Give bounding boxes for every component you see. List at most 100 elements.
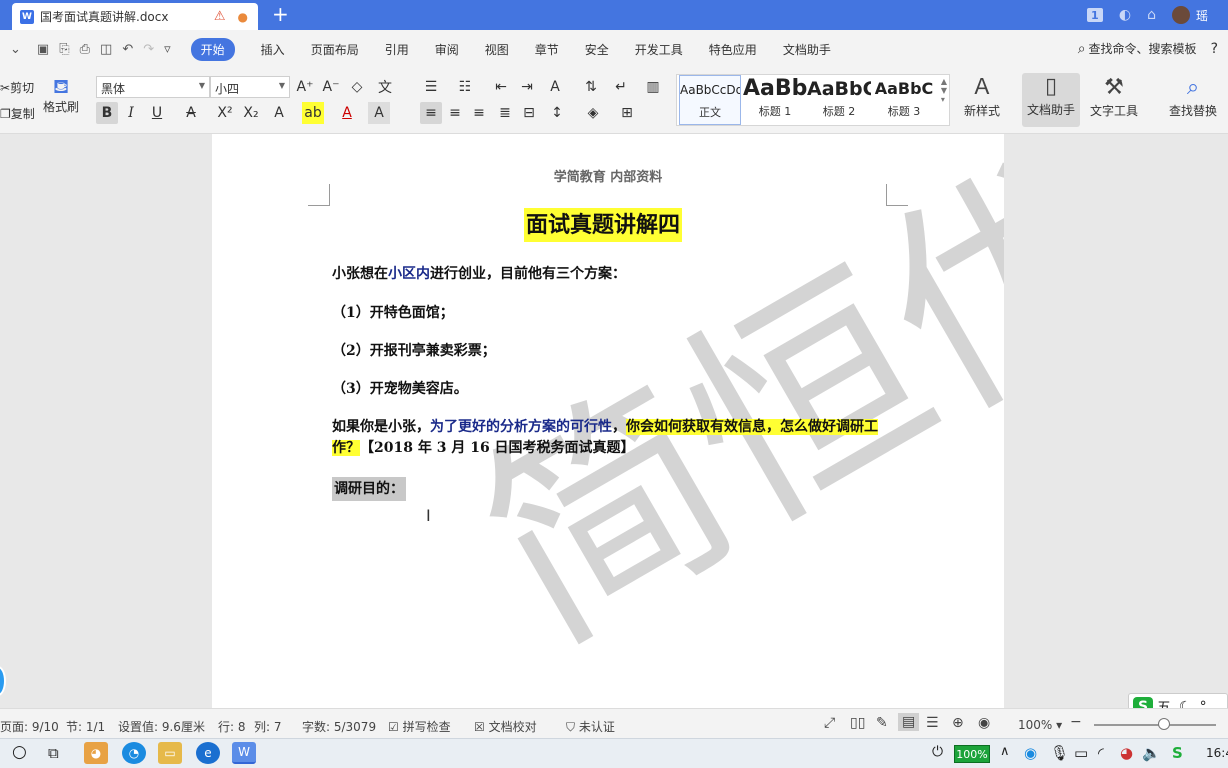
menu-review[interactable]: 审阅 [435,41,459,58]
italic-icon[interactable]: I [120,102,142,124]
underline-icon[interactable]: U [146,102,168,124]
font-grow-icon[interactable]: A⁺ [294,76,316,98]
volume-icon[interactable]: 🔈 [1142,744,1161,762]
question-paragraph[interactable]: 如果你是小张，为了更好的分析方案的可行性，你会如何获取有效信息，怎么做好调研工作… [332,417,892,459]
read-mode-icon[interactable]: ▯▯ [850,715,865,731]
cortana-icon[interactable]: ○ [12,742,27,762]
font-name-select[interactable]: 黑体 ▼ [96,76,210,98]
proofread-button[interactable]: ☒ 文档校对 [474,718,537,735]
zoom-out-icon[interactable]: − [1070,714,1082,730]
new-tab-plus-icon[interactable]: + [272,4,289,24]
wechat-app-icon[interactable]: ◕ [84,742,108,764]
border-icon[interactable]: ⊞ [616,102,638,124]
page-view-icon[interactable]: ▤ [898,713,920,731]
cut-button[interactable]: ✂剪切 [0,79,34,96]
quick-access-more-icon[interactable]: ▿ [164,42,171,57]
clock[interactable]: 16:4 [1206,746,1228,760]
new-style-button[interactable]: Ａ 新样式 [956,74,1008,119]
menu-chevron-icon[interactable]: ⌄ [10,42,21,57]
menu-page-layout[interactable]: 页面布局 [311,41,359,58]
bold-icon[interactable]: B [96,102,118,124]
skin-icon[interactable]: ◐ [1119,7,1131,23]
highlight-icon[interactable]: ab [302,102,324,124]
microphone-icon[interactable]: 🎙 [1050,744,1069,762]
menu-security[interactable]: 安全 [585,41,609,58]
print-icon[interactable]: ⎙ [80,42,90,57]
export-icon[interactable]: ⎘ [59,42,69,57]
outline-view-icon[interactable]: ☰ [926,715,939,731]
decrease-indent-icon[interactable]: ⇤ [490,76,512,98]
menu-chapter[interactable]: 章节 [535,41,559,58]
increase-indent-icon[interactable]: ⇥ [516,76,538,98]
unsaved-dot-icon[interactable]: ● [238,10,248,24]
sort-icon[interactable]: ⇅ [580,76,602,98]
document-tab[interactable]: W 国考面试真题讲解.docx ⚠ ● [12,3,258,30]
zoom-level[interactable]: 100% ▾ [1018,718,1062,732]
numbered-list-icon[interactable]: ☷ [454,76,476,98]
menu-view[interactable]: 视图 [485,41,509,58]
menu-features[interactable]: 特色应用 [709,41,757,58]
browser-app-icon[interactable]: ◔ [122,742,146,764]
status-setting[interactable]: 设置值: 9.6厘米 [118,718,205,735]
battery-indicator[interactable]: 100% [954,745,990,763]
line-break-icon[interactable]: ↵ [610,76,632,98]
subscript-icon[interactable]: X₂ [240,102,262,124]
command-search[interactable]: ⌕ 查找命令、搜索模板 ? [1078,40,1218,57]
qq-icon[interactable]: ◕ [1120,744,1133,762]
find-replace-button[interactable]: ⌕ 查找替换 [1162,74,1224,119]
distributed-icon[interactable]: ⊟ [518,102,540,124]
copy-button[interactable]: ❐复制 [0,105,35,122]
menu-insert[interactable]: 插入 [261,41,285,58]
help-icon[interactable]: ? [1211,41,1218,57]
edit-mode-icon[interactable]: ✎ [876,715,888,731]
wps-taskbar-icon[interactable]: W [232,742,256,764]
undo-icon[interactable]: ↶ [122,42,133,57]
tray-app-icon[interactable]: ◉ [1024,744,1037,762]
web-view-icon[interactable]: ⊕ [952,715,964,731]
zoom-slider-handle[interactable] [1158,718,1170,730]
font-shrink-icon[interactable]: A⁻ [320,76,342,98]
font-color-icon[interactable]: A [336,102,358,124]
option-2[interactable]: （2）开报刊亭兼卖彩票； [332,341,892,362]
shirt-icon[interactable]: ⌂ [1147,7,1156,23]
align-left-icon[interactable]: ≡ [420,102,442,124]
eye-protection-icon[interactable]: ◉ [978,715,990,731]
line-spacing-icon[interactable]: ↕ [546,102,568,124]
user-name[interactable]: 瑶 [1196,7,1208,24]
shading-icon[interactable]: ◈ [582,102,604,124]
zoom-slider-track[interactable] [1094,724,1216,726]
document-title[interactable]: 面试真题讲解四 [524,208,683,242]
section-heading-paragraph[interactable]: 调研目的： [332,477,892,501]
save-icon[interactable]: ▣ [37,42,49,57]
user-avatar[interactable] [1171,6,1190,24]
task-view-icon[interactable]: ⧉ [48,744,59,762]
style-heading-1[interactable]: AaBb 标题 1 [743,75,807,125]
intro-paragraph[interactable]: 小张想在小区内进行创业，目前他有三个方案： [332,264,892,285]
tray-expand-icon[interactable]: ∧ [1000,744,1010,759]
font-size-select[interactable]: 小四 ▼ [210,76,290,98]
document-page[interactable]: 简恒优 学简教育 内部资料 面试真题讲解四 小张想在小区内进行创业，目前他有三个… [212,134,1004,708]
spell-check-button[interactable]: ☑ 拼写检查 [388,718,451,735]
align-right-icon[interactable]: ≡ [468,102,490,124]
bullet-list-icon[interactable]: ☰ [420,76,442,98]
edge-icon[interactable]: e [196,742,220,764]
menu-references[interactable]: 引用 [385,41,409,58]
text-direction-icon[interactable]: A [544,76,566,98]
style-normal[interactable]: AaBbCcDd 正文 [679,75,741,125]
format-painter-button[interactable]: ⛾ 格式刷 [42,74,80,115]
option-1[interactable]: （1）开特色面馆； [332,303,892,324]
strikethrough-icon[interactable]: A [180,102,202,124]
option-3[interactable]: （3）开宠物美容店。 [332,379,892,400]
clear-format-icon[interactable]: ◇ [346,76,368,98]
window-count-badge[interactable]: 1 [1086,8,1103,22]
file-explorer-icon[interactable]: ▭ [158,742,182,764]
doc-assistant-button[interactable]: ▯ 文档助手 [1022,73,1080,127]
status-words[interactable]: 字数: 5/3079 [302,718,376,735]
ime-tray-icon[interactable]: S [1172,744,1183,762]
text-tools-button[interactable]: ⚒ 文字工具 [1084,74,1144,119]
styles-scroll-icon[interactable]: ▲ ▼ ▾ [941,77,947,104]
wifi-icon[interactable]: ◜ [1098,744,1104,762]
superscript-icon[interactable]: X² [214,102,236,124]
align-center-icon[interactable]: ≡ [444,102,466,124]
certification-button[interactable]: ⛉ 未认证 [566,718,615,735]
